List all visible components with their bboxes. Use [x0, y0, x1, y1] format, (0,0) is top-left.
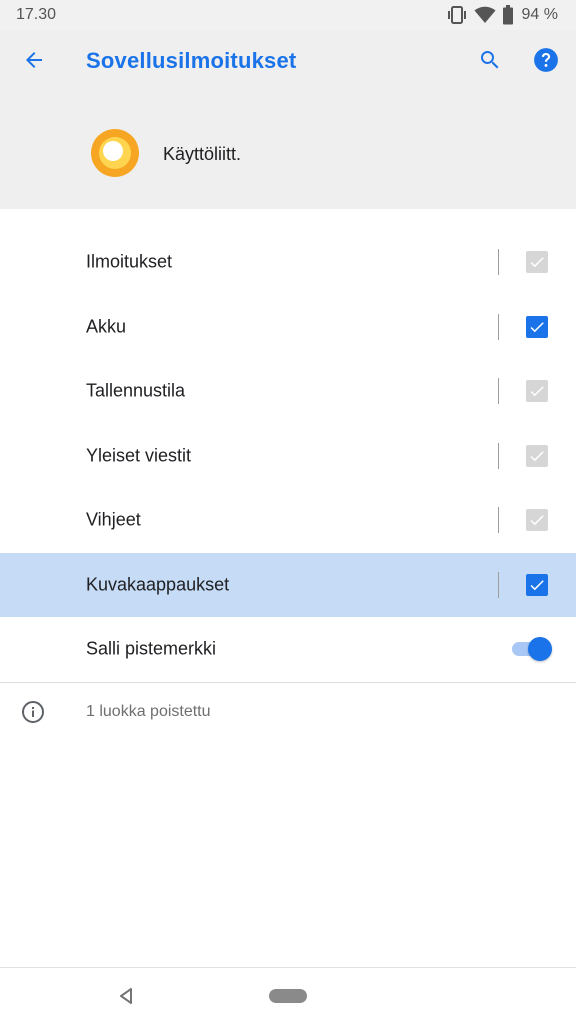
- back-button[interactable]: [14, 42, 54, 82]
- wifi-icon: [474, 6, 496, 24]
- channel-checkbox: [526, 509, 548, 532]
- app-icon: [90, 128, 140, 178]
- help-icon: [533, 47, 559, 78]
- channel-label: Tallennustila: [86, 380, 186, 401]
- arrow-left-icon: [22, 48, 46, 77]
- battery-icon: [502, 5, 514, 25]
- channel-row-yleiset-viestit[interactable]: Yleiset viestit: [0, 424, 576, 489]
- channel-row-tallennustila[interactable]: Tallennustila: [0, 359, 576, 424]
- battery-percentage: 94 %: [521, 6, 558, 23]
- check-icon: [530, 386, 544, 397]
- status-time: 17.30: [16, 6, 57, 23]
- check-icon: [530, 579, 544, 590]
- search-icon: [478, 48, 502, 77]
- row-divider: [498, 442, 499, 469]
- channel-row-kuvakaappaukset[interactable]: Kuvakaappaukset: [0, 552, 576, 617]
- app-name: Käyttöliitt.: [163, 144, 242, 164]
- channel-label: Yleiset viestit: [86, 445, 192, 466]
- list-divider: [0, 681, 576, 683]
- badge-setting-row[interactable]: Salli pistemerkki: [0, 617, 576, 682]
- status-icons: 94 %: [446, 4, 558, 26]
- channel-label: Kuvakaappaukset: [86, 574, 230, 595]
- row-divider: [498, 249, 499, 276]
- row-divider: [498, 571, 499, 598]
- channel-label: Ilmoitukset: [86, 251, 173, 272]
- vibrate-icon: [446, 5, 468, 25]
- row-divider: [498, 507, 499, 534]
- channel-checkbox: [526, 444, 548, 467]
- badge-toggle-switch[interactable]: [512, 637, 554, 662]
- app-header: Sovellusilmoitukset Käyttöliitt.: [0, 30, 576, 209]
- nav-back-icon[interactable]: [114, 984, 138, 1008]
- channel-label: Vihjeet: [86, 509, 141, 530]
- channel-checkbox[interactable]: [526, 315, 548, 338]
- channel-label: Akku: [86, 316, 127, 337]
- search-button[interactable]: [470, 42, 510, 82]
- status-bar: 17.30 94 %: [0, 0, 576, 30]
- notification-channel-list: Ilmoitukset Akku Tallennustila Yleiset v…: [0, 230, 576, 683]
- badge-setting-label: Salli pistemerkki: [86, 638, 217, 659]
- help-button[interactable]: [526, 42, 566, 82]
- app-info-row: Käyttöliitt.: [0, 120, 576, 190]
- check-icon: [530, 450, 544, 461]
- channel-row-vihjeet[interactable]: Vihjeet: [0, 488, 576, 553]
- toolbar: Sovellusilmoitukset: [0, 30, 576, 94]
- channel-checkbox: [526, 380, 548, 403]
- channel-row-akku[interactable]: Akku: [0, 295, 576, 360]
- row-divider: [498, 378, 499, 405]
- info-text: 1 luokka poistettu: [86, 703, 211, 720]
- row-divider: [498, 313, 499, 340]
- toggle-thumb: [528, 637, 552, 662]
- page-title: Sovellusilmoitukset: [86, 48, 297, 73]
- channel-checkbox[interactable]: [526, 573, 548, 596]
- system-navigation-bar: [0, 967, 576, 1024]
- notification-settings-screen: 17.30 94 % Sovellusilmoitukset Käyttölii…: [0, 0, 576, 1024]
- check-icon: [530, 515, 544, 526]
- deleted-categories-info: 1 luokka poistettu: [0, 688, 576, 736]
- home-pill-icon[interactable]: [269, 989, 307, 1003]
- info-icon: [21, 700, 45, 724]
- channel-row-ilmoitukset[interactable]: Ilmoitukset: [0, 230, 576, 295]
- channel-checkbox: [526, 251, 548, 274]
- check-icon: [530, 321, 544, 332]
- check-icon: [530, 257, 544, 268]
